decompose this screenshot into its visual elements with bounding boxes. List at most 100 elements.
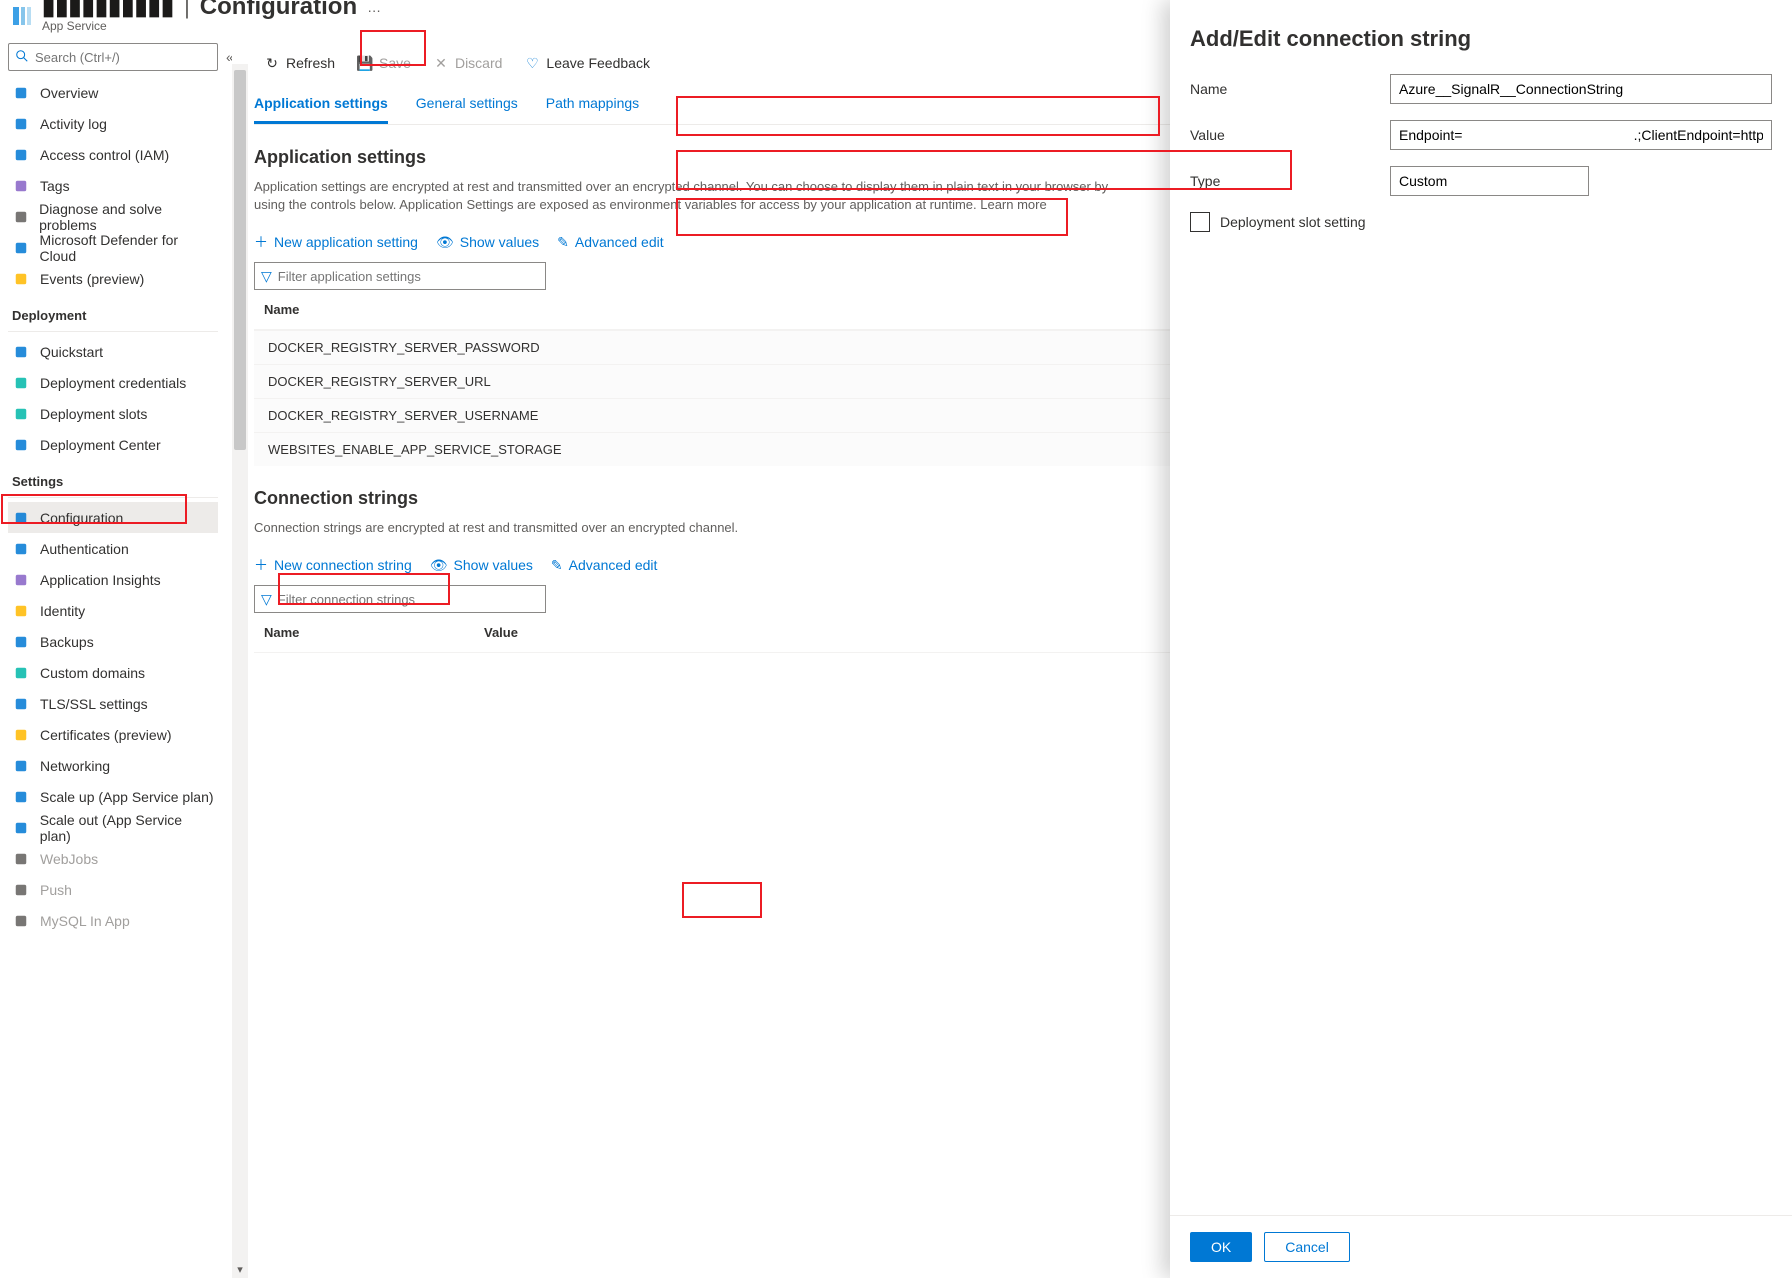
lightning-icon — [12, 270, 30, 288]
sidebar-item-quickstart[interactable]: Quickstart — [8, 336, 218, 367]
sidebar-item-backups[interactable]: Backups — [8, 626, 218, 657]
type-label: Type — [1190, 173, 1390, 189]
sidebar-item-push[interactable]: Push — [8, 874, 218, 905]
value-input[interactable] — [1390, 120, 1772, 150]
network-icon — [12, 757, 30, 775]
discard-button[interactable]: ✕Discard — [423, 51, 512, 75]
sidebar-item-label: Scale up (App Service plan) — [40, 789, 214, 805]
appservice-logo-icon — [8, 2, 36, 30]
sidebar-item-custom-domains[interactable]: Custom domains — [8, 657, 218, 688]
rocket-icon — [12, 343, 30, 361]
sidebar-item-deployment-credentials[interactable]: Deployment credentials — [8, 367, 218, 398]
advanced-conn-edit-button[interactable]: ✎Advanced edit — [551, 557, 657, 574]
tab-path-mappings[interactable]: Path mappings — [546, 91, 639, 124]
connstrings-desc: Connection strings are encrypted at rest… — [254, 519, 1114, 537]
sidebar-item-identity[interactable]: Identity — [8, 595, 218, 626]
heart-icon: ♡ — [524, 55, 540, 71]
sidebar-item-label: Diagnose and solve problems — [39, 201, 214, 233]
sidebar-item-label: Scale out (App Service plan) — [40, 812, 214, 844]
search-icon — [15, 49, 29, 66]
sidebar-item-application-insights[interactable]: Application Insights — [8, 564, 218, 595]
sidebar-item-label: Certificates (preview) — [40, 727, 171, 743]
sidebar-item-scale-up-app-service-plan-[interactable]: Scale up (App Service plan) — [8, 781, 218, 812]
sidebar-item-activity-log[interactable]: Activity log — [8, 108, 218, 139]
sidebar-item-label: Push — [40, 882, 72, 898]
sidebar-item-label: Application Insights — [40, 572, 161, 588]
col-name: Name — [264, 625, 484, 640]
sidebar-item-scale-out-app-service-plan-[interactable]: Scale out (App Service plan) — [8, 812, 218, 843]
connection-string-panel: Add/Edit connection string Name Value Ty… — [1170, 37, 1792, 1278]
sidebar-item-diagnose-and-solve-problems[interactable]: Diagnose and solve problems — [8, 201, 218, 232]
show-app-values-button[interactable]: 👁Show values — [436, 234, 539, 251]
name-input[interactable] — [1390, 74, 1772, 104]
sidebar-item-overview[interactable]: Overview — [8, 77, 218, 108]
show-conn-values-button[interactable]: 👁Show values — [430, 557, 533, 574]
plus-icon: ＋ — [254, 232, 268, 252]
eye-icon: 👁 — [430, 557, 448, 574]
type-select[interactable] — [1390, 166, 1589, 196]
sidebar-item-label: WebJobs — [40, 851, 98, 867]
sidebar-item-networking[interactable]: Networking — [8, 750, 218, 781]
sidebar-item-mysql-in-app[interactable]: MySQL In App — [8, 905, 218, 936]
sidebar-item-label: Backups — [40, 634, 94, 650]
sidebar-item-label: Networking — [40, 758, 110, 774]
feedback-button[interactable]: ♡Leave Feedback — [514, 51, 660, 75]
tab-general-settings[interactable]: General settings — [416, 91, 518, 124]
sidebar-item-label: Tags — [40, 178, 70, 194]
sidebar-item-label: Quickstart — [40, 344, 103, 360]
sidebar-item-label: Identity — [40, 603, 85, 619]
sidebar-item-label: Activity log — [40, 116, 107, 132]
sidebar-item-tags[interactable]: Tags — [8, 170, 218, 201]
pencil-icon: ✎ — [557, 234, 569, 251]
cert-icon — [12, 726, 30, 744]
new-app-setting-button[interactable]: ＋New application setting — [254, 232, 418, 252]
wrench-icon — [12, 208, 29, 226]
sidebar-item-label: Authentication — [40, 541, 129, 557]
push-icon — [12, 881, 30, 899]
deployment-slot-checkbox[interactable] — [1190, 212, 1210, 232]
sidebar-item-webjobs[interactable]: WebJobs — [8, 843, 218, 874]
filter-app-settings[interactable]: ▽ — [254, 262, 546, 290]
sidebar-item-label: Configuration — [40, 510, 123, 526]
scaleup-icon — [12, 788, 30, 806]
sidebar-search[interactable] — [8, 43, 218, 71]
appsettings-desc: Application settings are encrypted at re… — [254, 178, 1114, 214]
slots-icon — [12, 405, 30, 423]
box-icon — [12, 436, 30, 454]
sidebar-item-label: MySQL In App — [40, 913, 130, 929]
tab-application-settings[interactable]: Application settings — [254, 91, 388, 124]
refresh-icon: ↻ — [264, 55, 280, 71]
save-button[interactable]: 💾Save — [347, 51, 421, 75]
advanced-app-edit-button[interactable]: ✎Advanced edit — [557, 234, 663, 251]
bulb-icon — [12, 571, 30, 589]
panel-title: Add/Edit connection string — [1190, 37, 1772, 52]
col-value: Value — [484, 625, 518, 640]
deployment-slot-label: Deployment slot setting — [1220, 214, 1366, 230]
discard-icon: ✕ — [433, 55, 449, 71]
sidebar-group-settings: Settings — [8, 460, 218, 493]
ok-button[interactable]: OK — [1190, 1232, 1252, 1262]
eye-icon: 👁 — [436, 234, 454, 251]
log-icon — [12, 115, 30, 133]
plus-icon: ＋ — [254, 555, 268, 575]
sidebar-item-certificates-preview-[interactable]: Certificates (preview) — [8, 719, 218, 750]
sidebar-item-deployment-slots[interactable]: Deployment slots — [8, 398, 218, 429]
col-name: Name — [264, 302, 484, 317]
sidebar-item-authentication[interactable]: Authentication — [8, 533, 218, 564]
sidebar-item-deployment-center[interactable]: Deployment Center — [8, 429, 218, 460]
sidebar-item-events-preview-[interactable]: Events (preview) — [8, 263, 218, 294]
new-connection-string-button[interactable]: ＋New connection string — [254, 555, 412, 575]
refresh-button[interactable]: ↻Refresh — [254, 51, 345, 75]
sidebar-item-label: Overview — [40, 85, 98, 101]
cancel-button[interactable]: Cancel — [1264, 1232, 1350, 1262]
sidebar-item-configuration[interactable]: Configuration — [8, 502, 218, 533]
search-input[interactable] — [35, 50, 211, 65]
dots-icon[interactable]: … — [367, 0, 381, 15]
lock-icon — [12, 695, 30, 713]
sidebar-item-tls-ssl-settings[interactable]: TLS/SSL settings — [8, 688, 218, 719]
sidebar-item-microsoft-defender-for-cloud[interactable]: Microsoft Defender for Cloud — [8, 232, 218, 263]
sidebar-item-access-control-iam-[interactable]: Access control (IAM) — [8, 139, 218, 170]
key-icon — [12, 602, 30, 620]
filter-conn-strings[interactable]: ▽ — [254, 585, 546, 613]
credentials-icon — [12, 374, 30, 392]
